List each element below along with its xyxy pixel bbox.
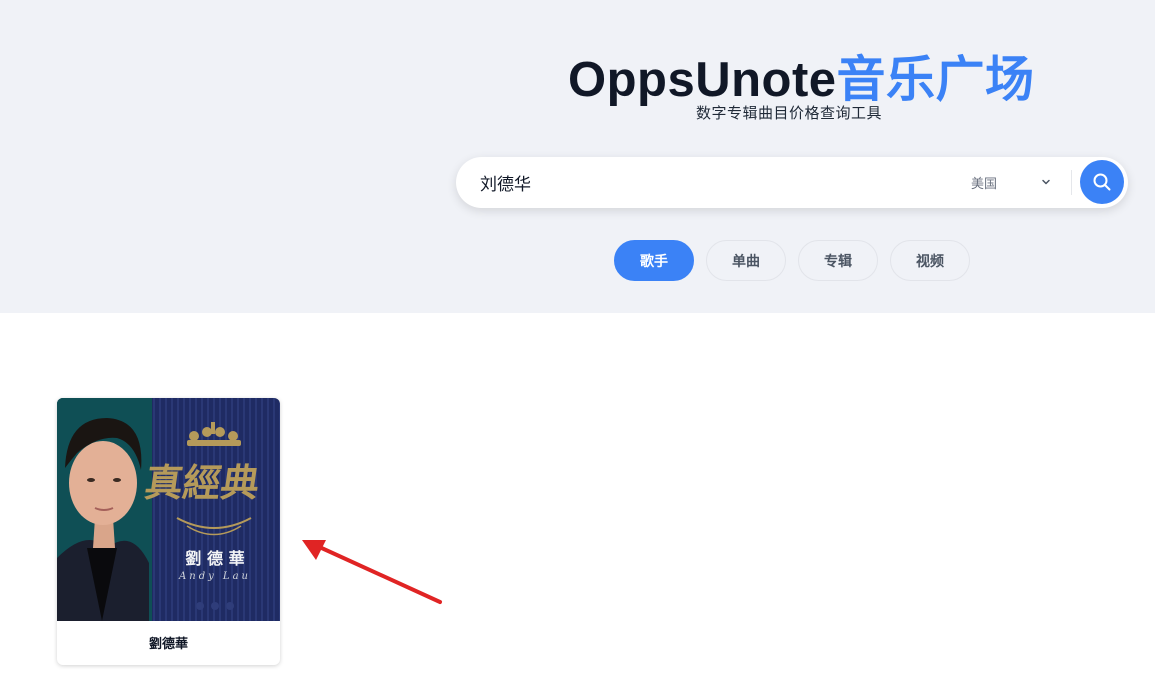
- artist-card[interactable]: 真經典 劉 德 華 Andy Lau 劉德華: [57, 398, 280, 665]
- red-arrow-icon: [302, 540, 442, 604]
- title-main: OppsUnote: [568, 53, 837, 107]
- page-title: OppsUnote音乐广场: [568, 40, 1035, 111]
- tab-album[interactable]: 专辑: [798, 240, 878, 281]
- cover-english-name: Andy Lau: [178, 571, 251, 582]
- hero-section: OppsUnote音乐广场 数字专辑曲目价格查询工具 美国 歌手 单曲 专辑 视…: [0, 0, 1155, 313]
- cover-chinese-name: 劉 德 華: [185, 549, 244, 568]
- title-accent: 音乐广场: [836, 53, 1035, 107]
- region-select[interactable]: 美国: [971, 173, 997, 192]
- cover-logo-text: 真經典: [142, 461, 262, 506]
- search-bar: 美国: [456, 157, 1128, 208]
- search-icon: [1093, 173, 1111, 191]
- divider: [1071, 170, 1072, 195]
- search-button[interactable]: [1080, 160, 1124, 204]
- tab-single[interactable]: 单曲: [706, 240, 786, 281]
- artist-cover-image: 真經典 劉 德 華 Andy Lau: [57, 398, 280, 621]
- page-subtitle: 数字专辑曲目价格查询工具: [696, 105, 883, 122]
- tab-singer[interactable]: 歌手: [614, 240, 694, 281]
- search-input[interactable]: [480, 170, 940, 194]
- chevron-down-icon[interactable]: [1039, 175, 1053, 189]
- artist-name: 劉德華: [148, 636, 188, 651]
- tab-video[interactable]: 视频: [890, 240, 970, 281]
